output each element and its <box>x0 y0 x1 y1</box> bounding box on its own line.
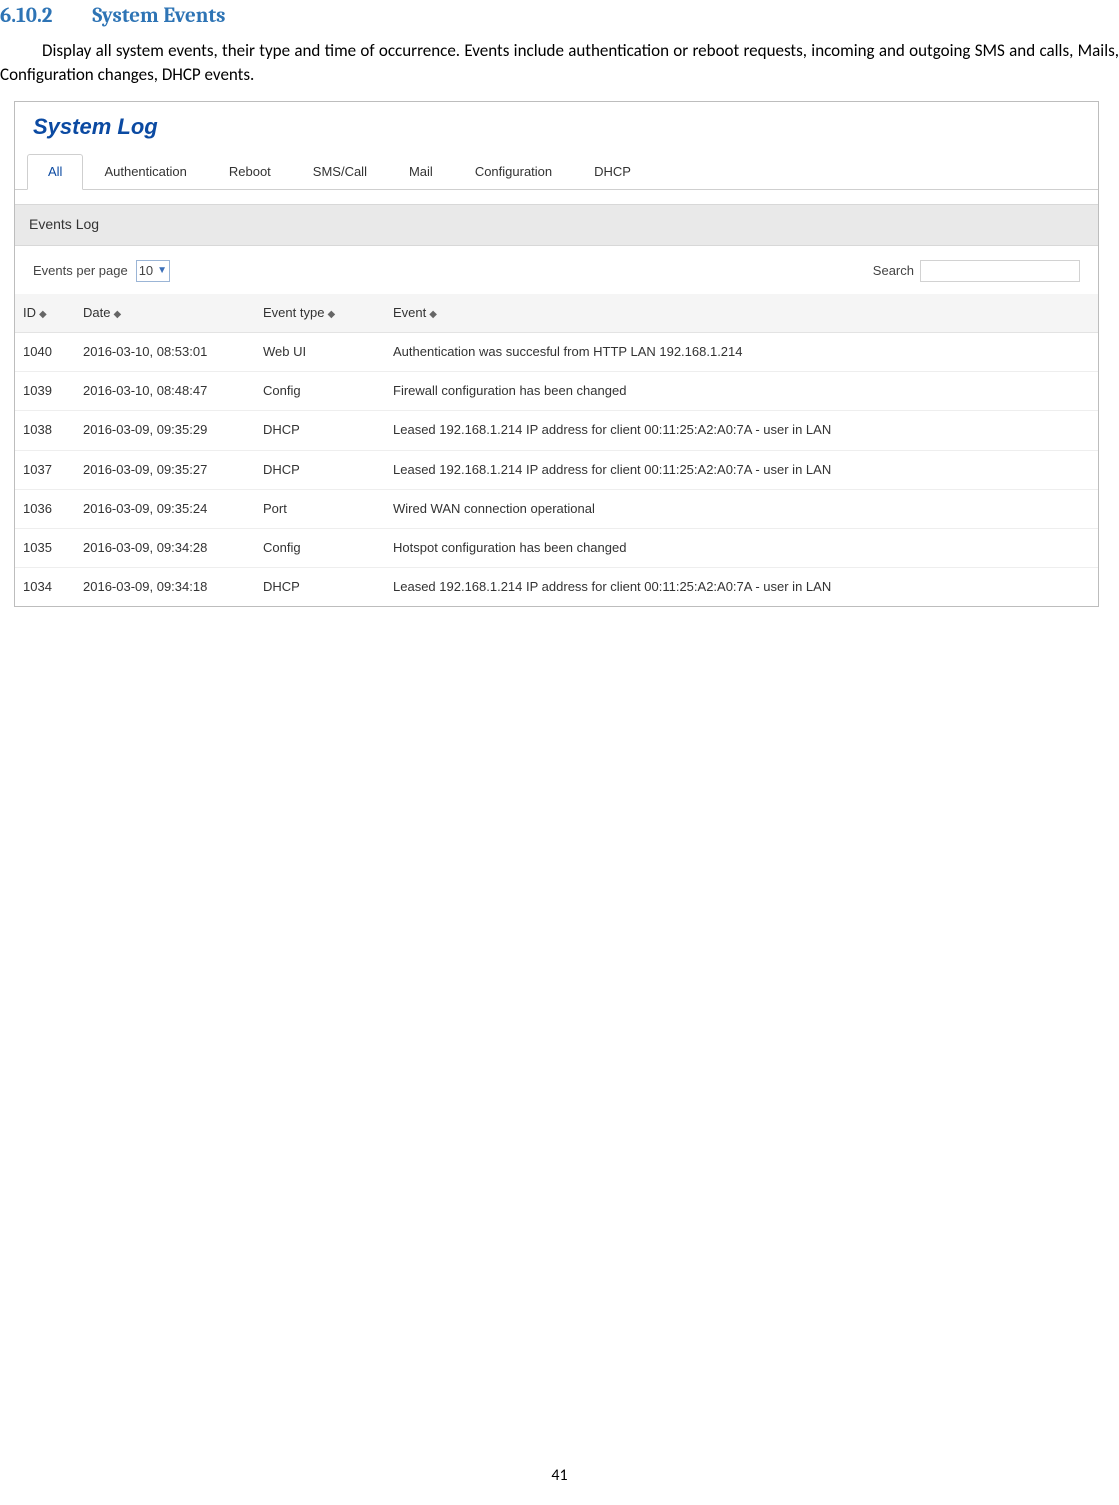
cell-type: DHCP <box>255 568 385 607</box>
tab-sms-call[interactable]: SMS/Call <box>292 154 388 190</box>
cell-event: Firewall configuration has been changed <box>385 372 1098 411</box>
col-header-date[interactable]: Date◆ <box>75 294 255 333</box>
section-body: Display all system events, their type an… <box>0 39 1119 101</box>
tab-all[interactable]: All <box>27 154 83 190</box>
section-title: System Events <box>92 4 225 28</box>
table-controls: Events per page 10 ▼ Search <box>15 246 1098 282</box>
table-row: 10362016-03-09, 09:35:24PortWired WAN co… <box>15 489 1098 528</box>
cell-type: DHCP <box>255 450 385 489</box>
cell-id: 1034 <box>15 568 75 607</box>
tab-mail[interactable]: Mail <box>388 154 454 190</box>
col-header-label: Event <box>393 305 426 320</box>
sort-icon: ◆ <box>327 309 335 320</box>
search-input[interactable] <box>920 260 1080 282</box>
cell-id: 1037 <box>15 450 75 489</box>
cell-event: Leased 192.168.1.214 IP address for clie… <box>385 411 1098 450</box>
cell-date: 2016-03-09, 09:34:18 <box>75 568 255 607</box>
cell-event: Hotspot configuration has been changed <box>385 528 1098 567</box>
section-number: 6.10.2 <box>0 4 52 28</box>
panel-title: System Log <box>15 102 1098 147</box>
cell-id: 1035 <box>15 528 75 567</box>
col-header-event[interactable]: Event◆ <box>385 294 1098 333</box>
tab-label: Reboot <box>229 164 271 179</box>
tab-authentication[interactable]: Authentication <box>83 154 207 190</box>
cell-type: Port <box>255 489 385 528</box>
cell-id: 1038 <box>15 411 75 450</box>
search-label: Search <box>873 262 914 280</box>
tabs-bar: All Authentication Reboot SMS/Call Mail … <box>15 147 1098 190</box>
chevron-down-icon: ▼ <box>157 264 167 278</box>
tab-label: Configuration <box>475 164 552 179</box>
page-number: 41 <box>0 1465 1119 1487</box>
table-row: 10372016-03-09, 09:35:27DHCPLeased 192.1… <box>15 450 1098 489</box>
tab-label: Mail <box>409 164 433 179</box>
tab-reboot[interactable]: Reboot <box>208 154 292 190</box>
cell-event: Wired WAN connection operational <box>385 489 1098 528</box>
sort-icon: ◆ <box>113 309 121 320</box>
tab-configuration[interactable]: Configuration <box>454 154 573 190</box>
cell-event: Authentication was succesful from HTTP L… <box>385 332 1098 371</box>
table-row: 10352016-03-09, 09:34:28ConfigHotspot co… <box>15 528 1098 567</box>
sort-icon: ◆ <box>39 309 47 320</box>
col-header-label: ID <box>23 305 36 320</box>
cell-date: 2016-03-10, 08:48:47 <box>75 372 255 411</box>
table-row: 10392016-03-10, 08:48:47ConfigFirewall c… <box>15 372 1098 411</box>
col-header-id[interactable]: ID◆ <box>15 294 75 333</box>
cell-event: Leased 192.168.1.214 IP address for clie… <box>385 568 1098 607</box>
epp-label: Events per page <box>33 262 128 280</box>
tab-dhcp[interactable]: DHCP <box>573 154 652 190</box>
tab-label: SMS/Call <box>313 164 367 179</box>
cell-id: 1039 <box>15 372 75 411</box>
cell-type: Config <box>255 372 385 411</box>
events-log-bar: Events Log <box>15 204 1098 246</box>
cell-id: 1036 <box>15 489 75 528</box>
epp-value: 10 <box>139 262 153 280</box>
table-header-row: ID◆ Date◆ Event type◆ Event◆ <box>15 294 1098 333</box>
epp-select[interactable]: 10 ▼ <box>136 260 170 282</box>
table-row: 10342016-03-09, 09:34:18DHCPLeased 192.1… <box>15 568 1098 607</box>
events-per-page-control: Events per page 10 ▼ <box>33 260 170 282</box>
cell-date: 2016-03-09, 09:35:29 <box>75 411 255 450</box>
col-header-type[interactable]: Event type◆ <box>255 294 385 333</box>
events-table: ID◆ Date◆ Event type◆ Event◆ 10402016-03… <box>15 294 1098 607</box>
table-row: 10402016-03-10, 08:53:01Web UIAuthentica… <box>15 332 1098 371</box>
cell-date: 2016-03-09, 09:35:24 <box>75 489 255 528</box>
system-log-panel: System Log All Authentication Reboot SMS… <box>14 101 1099 607</box>
search-control: Search <box>873 260 1080 282</box>
sort-icon: ◆ <box>429 309 437 320</box>
section-heading: 6.10.2 System Events <box>0 0 1119 39</box>
cell-type: Web UI <box>255 332 385 371</box>
tab-label: DHCP <box>594 164 631 179</box>
tab-label: Authentication <box>104 164 186 179</box>
cell-id: 1040 <box>15 332 75 371</box>
col-header-label: Date <box>83 305 110 320</box>
cell-date: 2016-03-09, 09:34:28 <box>75 528 255 567</box>
cell-date: 2016-03-09, 09:35:27 <box>75 450 255 489</box>
tab-label: All <box>48 164 62 179</box>
cell-event: Leased 192.168.1.214 IP address for clie… <box>385 450 1098 489</box>
col-header-label: Event type <box>263 305 324 320</box>
cell-type: Config <box>255 528 385 567</box>
cell-type: DHCP <box>255 411 385 450</box>
cell-date: 2016-03-10, 08:53:01 <box>75 332 255 371</box>
table-row: 10382016-03-09, 09:35:29DHCPLeased 192.1… <box>15 411 1098 450</box>
